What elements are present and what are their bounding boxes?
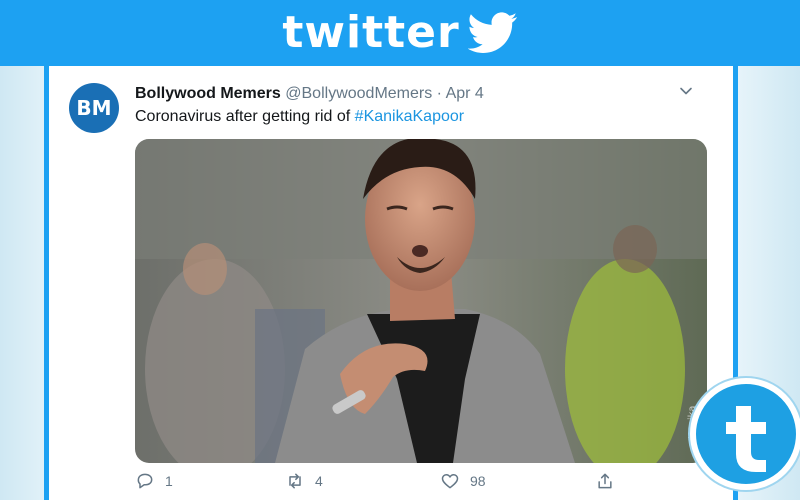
hashtag-link[interactable]: #KanikaKapoor bbox=[355, 108, 464, 125]
handle[interactable]: @BollywoodMemers bbox=[285, 85, 432, 102]
like-action[interactable]: 98 bbox=[440, 471, 486, 491]
like-icon bbox=[441, 474, 459, 489]
tweet-body: Coronavirus after getting rid of bbox=[135, 108, 355, 125]
tweet-date[interactable]: Apr 4 bbox=[446, 85, 484, 102]
like-count: 98 bbox=[470, 473, 486, 489]
tweet-actions: 1 4 98 bbox=[135, 471, 635, 495]
chevron-down-icon[interactable] bbox=[679, 84, 693, 98]
share-action[interactable] bbox=[595, 471, 615, 491]
tweet-photo[interactable]: Kanika bbox=[135, 139, 707, 463]
reply-count: 1 bbox=[165, 473, 173, 489]
twitter-wordmark: twitter bbox=[282, 7, 460, 58]
tweet-card[interactable]: BM Bollywood Memers @BollywoodMemers · A… bbox=[44, 66, 738, 500]
share-icon bbox=[598, 473, 612, 489]
twitter-banner: twitter bbox=[0, 0, 800, 66]
tweet-text: Coronavirus after getting rid of #Kanika… bbox=[135, 107, 464, 127]
retweet-count: 4 bbox=[315, 473, 323, 489]
separator: · bbox=[436, 85, 442, 102]
avatar[interactable]: BM bbox=[69, 83, 119, 133]
retweet-icon bbox=[289, 473, 301, 489]
avatar-initials: BM bbox=[76, 96, 112, 120]
t-logo-icon bbox=[690, 378, 800, 490]
reply-icon bbox=[137, 473, 153, 489]
twitter-bird-icon bbox=[467, 12, 517, 53]
reply-action[interactable]: 1 bbox=[135, 471, 173, 491]
tweet-header: Bollywood Memers @BollywoodMemers · Apr … bbox=[135, 84, 484, 104]
photo-illustration: Kanika bbox=[135, 139, 707, 463]
retweet-action[interactable]: 4 bbox=[285, 471, 323, 491]
display-name[interactable]: Bollywood Memers bbox=[135, 85, 281, 102]
